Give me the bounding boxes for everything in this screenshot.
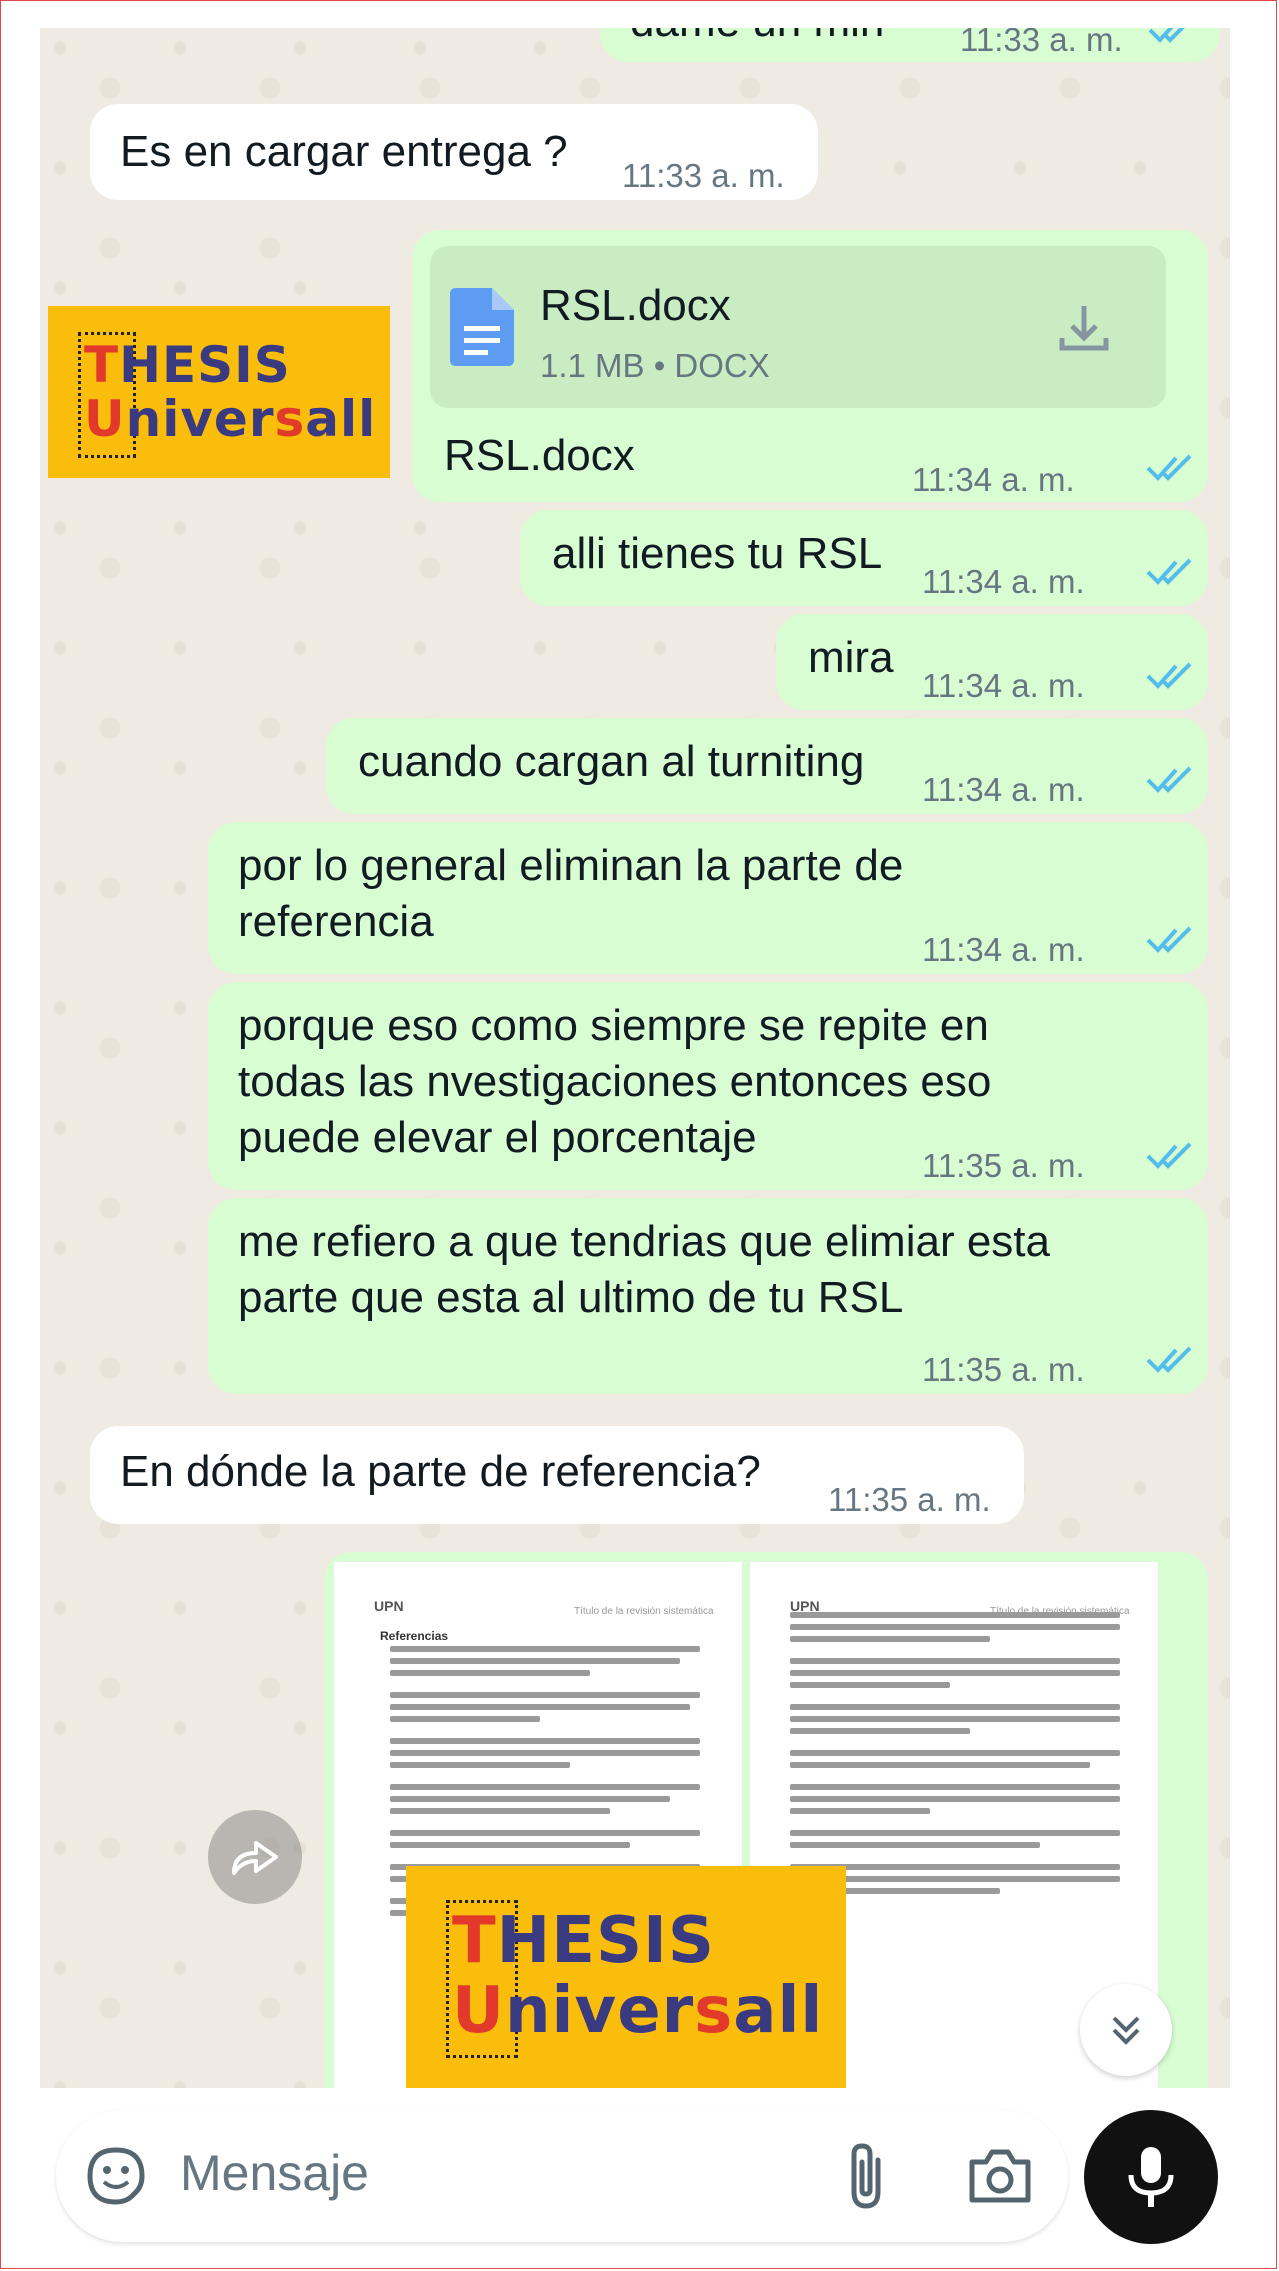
message-text: En dónde la parte de referencia? [120,1447,761,1496]
message-time: 11:33 a. m. [960,28,1123,58]
logo-line-1: THESIS [452,1904,715,1978]
double-check-icon [1146,1346,1192,1373]
camera-icon[interactable] [968,2148,1032,2204]
double-check-icon [1148,28,1185,43]
document-card[interactable]: RSL.docx 1.1 MB • DOCX [430,246,1166,408]
page-header-title: Título de la revisión sistemática [574,1606,714,1617]
document-name: RSL.docx [540,281,731,330]
forward-icon [232,1841,278,1875]
watermark-logo: THESIS Universall [48,306,390,478]
double-check-icon [1146,766,1192,793]
message-bubble-outgoing[interactable]: dame un min 11:33 a. m. [600,28,1220,62]
message-bubble-document[interactable]: RSL.docx 1.1 MB • DOCX RSL.docx 11:34 a.… [412,230,1208,502]
message-input-bar[interactable]: Mensaje [56,2110,1068,2242]
message-time: 11:33 a. m. [622,157,785,194]
double-check-icon [1146,662,1192,689]
double-check-icon [1146,558,1192,585]
double-check-icon [1146,1142,1192,1169]
message-text: cuando cargan al turniting [358,737,865,786]
message-text: me refiero a que tendrias que elimiar es… [238,1217,1050,1322]
message-time: 11:34 a. m. [922,667,1085,704]
message-bubble-outgoing[interactable]: mira 11:34 a. m. [776,614,1208,710]
scroll-down-icon [1112,2016,1140,2045]
message-time: 11:35 a. m. [922,1147,1085,1184]
message-bubble-outgoing[interactable]: porque eso como siempre se repite en tod… [208,982,1208,1190]
sticker-icon[interactable] [86,2146,146,2206]
mic-button[interactable] [1084,2110,1218,2244]
message-text: dame un min [630,28,884,50]
message-bubble-outgoing[interactable]: me refiero a que tendrias que elimiar es… [208,1198,1208,1394]
document-meta: 1.1 MB • DOCX [540,347,770,384]
message-bubble-incoming[interactable]: Es en cargar entrega ? 11:33 a. m. [90,104,818,200]
message-time: 11:34 a. m. [922,771,1085,808]
document-icon [450,288,514,366]
page-section-title: Referencias [380,1629,449,1643]
watermark-logo: THESIS Universall [406,1866,846,2088]
message-time: 11:34 a. m. [912,461,1075,498]
message-text: Es en cargar entrega ? [120,127,568,176]
message-text: porque eso como siempre se repite en tod… [238,1001,992,1162]
attach-icon[interactable] [842,2140,890,2212]
message-bubble-outgoing[interactable]: por lo general eliminan la parte de refe… [208,822,1208,974]
mic-icon [1128,2147,1174,2207]
document-caption: RSL.docx [444,431,635,480]
message-time: 11:34 a. m. [922,931,1085,968]
message-time: 11:35 a. m. [922,1351,1085,1388]
message-text: alli tienes tu RSL [552,529,883,578]
message-text: por lo general eliminan la parte de refe… [238,841,904,946]
message-time: 11:34 a. m. [922,563,1085,600]
logo-line-2: Universall [452,1974,824,2048]
message-bubble-incoming[interactable]: En dónde la parte de referencia? 11:35 a… [90,1426,1024,1524]
chat-area: dame un min 11:33 a. m. Es en cargar ent… [40,28,1230,2088]
message-bubble-outgoing[interactable]: cuando cargan al turniting 11:34 a. m. [326,718,1208,814]
message-bubble-outgoing[interactable]: alli tienes tu RSL 11:34 a. m. [520,510,1208,606]
download-icon[interactable] [1056,300,1112,356]
message-time: 11:35 a. m. [828,1481,991,1518]
forward-button[interactable] [208,1810,302,1904]
scroll-down-button[interactable] [1080,1984,1172,2076]
double-check-icon [1146,454,1192,481]
logo-line-1: THESIS [84,336,291,394]
logo-line-2: Universall [84,390,377,448]
message-input[interactable]: Mensaje [180,2144,369,2202]
message-text: mira [808,633,894,682]
double-check-icon [1146,926,1192,953]
